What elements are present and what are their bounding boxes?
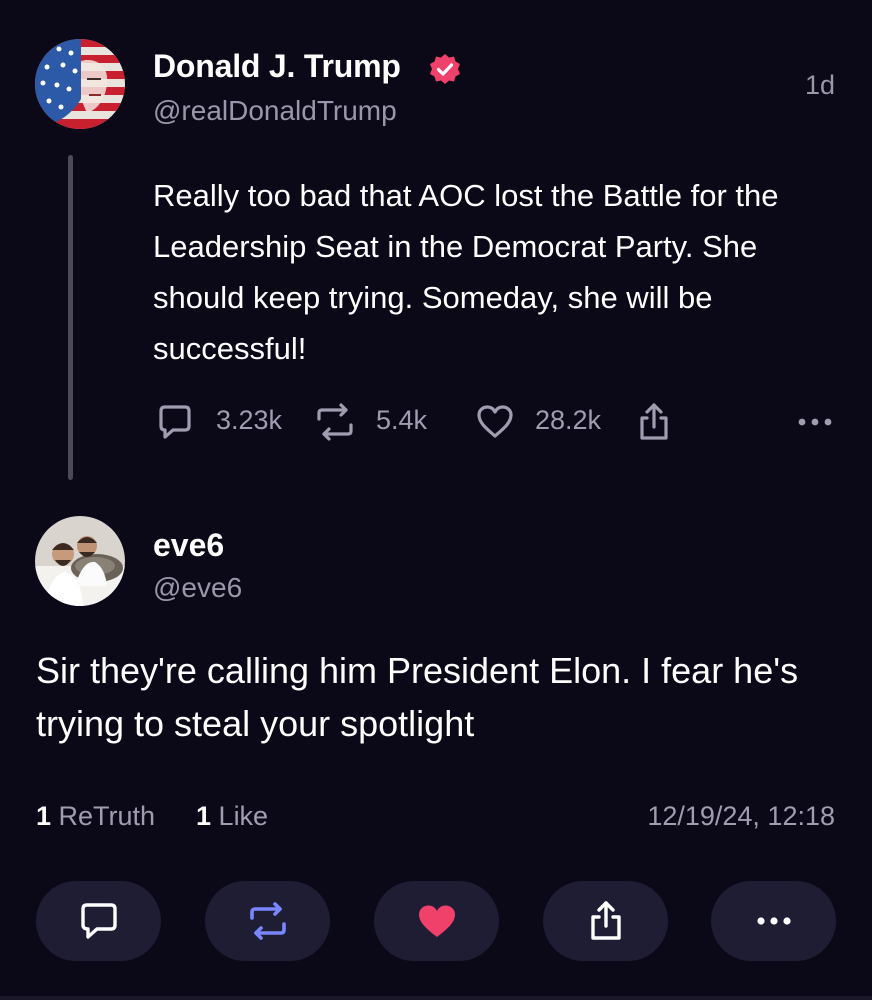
bottom-divider xyxy=(0,996,872,1000)
reply-button[interactable] xyxy=(36,881,161,961)
retruth-icon[interactable] xyxy=(313,402,357,442)
like-button[interactable] xyxy=(374,881,499,961)
like-count: 28.2k xyxy=(535,405,602,435)
retruth-summary[interactable]: 1 ReTruth xyxy=(36,801,155,832)
parent-handle[interactable]: @realDonaldTrump xyxy=(153,95,397,127)
retruth-icon xyxy=(249,902,286,940)
post-time: 1d xyxy=(804,70,835,100)
reply-icon[interactable] xyxy=(155,402,195,442)
retruth-count: 5.4k xyxy=(376,405,428,435)
like-icon[interactable] xyxy=(474,402,516,442)
reply-icon xyxy=(80,903,117,939)
more-options-icon xyxy=(756,917,791,925)
retruth-button[interactable] xyxy=(205,881,330,961)
reply-display-name[interactable]: eve6 xyxy=(153,527,224,564)
verified-badge-icon xyxy=(428,53,462,87)
reply-avatar[interactable] xyxy=(35,516,125,606)
thread-line xyxy=(68,155,73,480)
like-summary-count: 1 xyxy=(196,801,212,831)
more-button[interactable] xyxy=(711,881,836,961)
reply-count: 3.23k xyxy=(216,405,283,435)
like-summary[interactable]: 1 Like xyxy=(196,801,268,832)
share-icon xyxy=(590,901,621,940)
parent-post-text: Really too bad that AOC lost the Battle … xyxy=(153,178,779,366)
share-icon[interactable] xyxy=(634,400,674,444)
reply-post-text: Sir they're calling him President Elon. … xyxy=(36,650,799,744)
like-summary-label: Like xyxy=(218,801,269,831)
post-timestamp: 12/19/24, 12:18 xyxy=(647,801,835,831)
reply-handle[interactable]: @eve6 xyxy=(153,572,242,604)
parent-avatar[interactable] xyxy=(35,39,125,129)
share-button[interactable] xyxy=(543,881,668,961)
heart-filled-icon xyxy=(418,905,455,937)
more-options-icon[interactable] xyxy=(797,414,833,430)
retruth-summary-label: ReTruth xyxy=(58,801,156,831)
parent-display-name[interactable]: Donald J. Trump xyxy=(153,48,401,85)
retruth-summary-count: 1 xyxy=(36,801,52,831)
